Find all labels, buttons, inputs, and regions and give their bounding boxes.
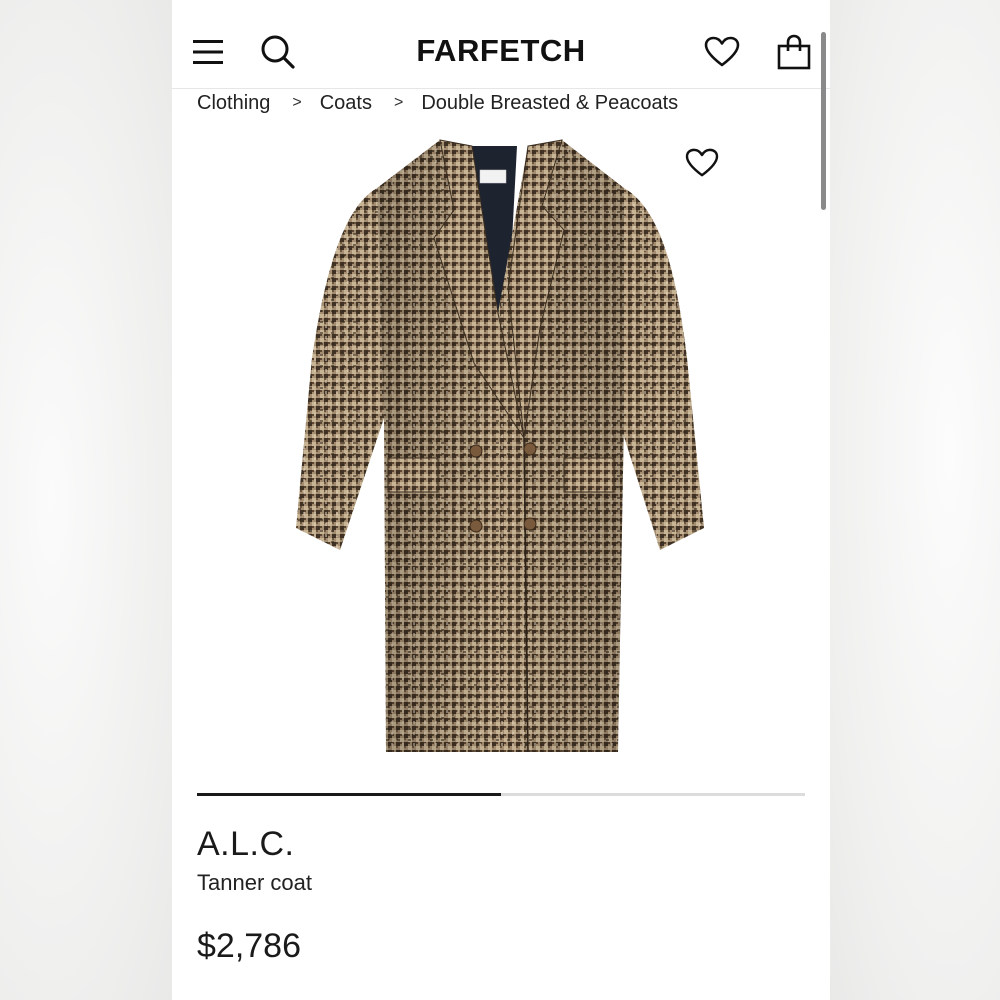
product-brand[interactable]: A.L.C.	[197, 825, 294, 864]
wishlist-button[interactable]	[702, 33, 742, 71]
heart-icon	[704, 36, 740, 67]
background-left	[0, 0, 172, 1000]
product-name: Tanner coat	[197, 870, 312, 895]
breadcrumb-item-coats[interactable]: Coats	[320, 92, 372, 115]
product-image	[296, 139, 704, 753]
top-navigation-bar: FARFETCH	[172, 0, 830, 89]
product-price: $2,786	[197, 927, 301, 965]
shopping-bag-icon	[777, 34, 811, 70]
scrollbar[interactable]	[821, 32, 826, 210]
gallery-progress-fill	[197, 793, 501, 796]
shopping-bag-button[interactable]	[774, 32, 814, 72]
breadcrumb-item-double-breasted[interactable]: Double Breasted & Peacoats	[421, 92, 678, 115]
breadcrumb-separator: >	[292, 94, 302, 111]
heart-icon	[685, 148, 719, 177]
product-image-gallery[interactable]	[172, 118, 830, 778]
background-right	[830, 0, 1000, 1000]
add-to-wishlist-button[interactable]	[680, 143, 724, 183]
gallery-progress-bar	[197, 793, 805, 796]
app-screen: FARFETCH Clothing > Coats > Double Breas…	[172, 0, 830, 1000]
breadcrumb-separator: >	[393, 94, 404, 111]
breadcrumb-item-clothing[interactable]: Clothing	[197, 92, 270, 115]
breadcrumb: Clothing > Coats > Double Breasted & Pea…	[197, 90, 678, 116]
